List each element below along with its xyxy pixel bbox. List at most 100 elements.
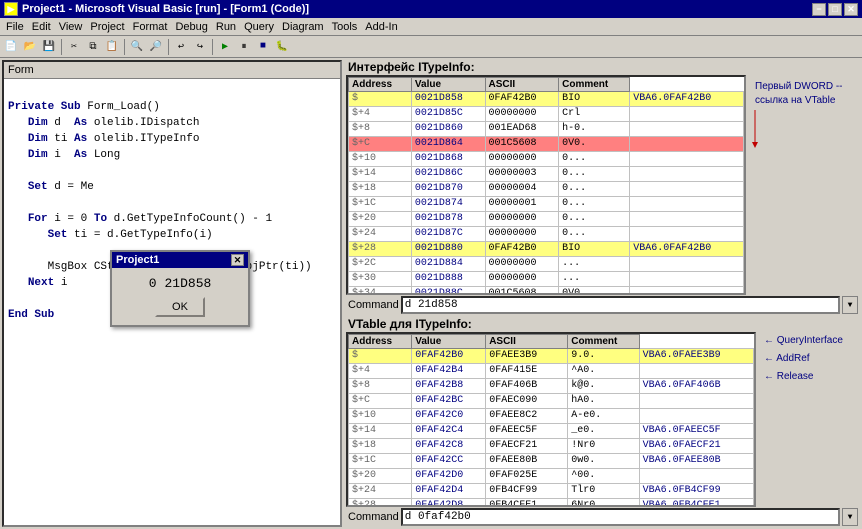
- title-text: Project1 - Microsoft Visual Basic [run] …: [22, 3, 309, 15]
- cell-address: 0021D888: [411, 272, 485, 287]
- cell-value: 0FAEE8C2: [486, 409, 568, 424]
- cell-ascii: ^00.: [568, 469, 639, 484]
- cell-ascii: 0w0.: [568, 454, 639, 469]
- col-ascii: ASCII: [485, 78, 559, 92]
- menu-debug[interactable]: Debug: [171, 20, 211, 34]
- table-row: $+18 0FAF42C8 0FAECF21 !Nr0 VBA6.0FAECF2…: [349, 439, 754, 454]
- cell-comment: VBA6.0FAEE80B: [639, 454, 753, 469]
- table-row: $+14 0FAF42C4 0FAEEC5F _e0. VBA6.0FAEEC5…: [349, 424, 754, 439]
- cell-ascii: 0...: [559, 197, 630, 212]
- cell-offset: $+1C: [349, 197, 412, 212]
- dialog-ok-button[interactable]: OK: [155, 297, 205, 317]
- command-input-bottom[interactable]: [401, 508, 840, 526]
- table-row: $+24 0FAF42D4 0FB4CF99 Tlr0 VBA6.0FB4CF9…: [349, 484, 754, 499]
- cell-ascii: 0...: [559, 182, 630, 197]
- col-value: Value: [411, 78, 485, 92]
- command-dropdown-bottom[interactable]: ▼: [842, 508, 858, 526]
- dialog-close-button[interactable]: ✕: [231, 254, 244, 266]
- toolbar-new[interactable]: 📄: [2, 38, 20, 56]
- cell-value: 001C5608: [485, 137, 559, 152]
- cell-address: 0FAF42BC: [412, 394, 486, 409]
- menu-edit[interactable]: Edit: [28, 20, 55, 34]
- menu-format[interactable]: Format: [129, 20, 172, 34]
- menu-diagram[interactable]: Diagram: [278, 20, 328, 34]
- cell-ascii: hA0.: [568, 394, 639, 409]
- toolbar-debug[interactable]: 🐛: [273, 38, 291, 56]
- cell-ascii: !Nr0: [568, 439, 639, 454]
- cell-offset: $+8: [349, 379, 412, 394]
- dialog-title-bar: Project1 ✕: [112, 252, 248, 268]
- col-address: Address: [349, 78, 412, 92]
- cell-ascii: Tlr0: [568, 484, 639, 499]
- menu-tools[interactable]: Tools: [328, 20, 362, 34]
- toolbar: 📄 📂 💾 ✂ ⧉ 📋 🔍 🔎 ↩ ↪ ▶ ⏸ ■ 🐛: [0, 36, 862, 58]
- title-controls: − □ ✕: [812, 3, 858, 16]
- cell-offset: $+24: [349, 227, 412, 242]
- menu-bar: File Edit View Project Format Debug Run …: [0, 18, 862, 36]
- cell-value: 0FAF42B0: [485, 242, 559, 257]
- cell-offset: $+C: [349, 394, 412, 409]
- menu-file[interactable]: File: [2, 20, 28, 34]
- toolbar-cut[interactable]: ✂: [65, 38, 83, 56]
- command-input-top[interactable]: [401, 296, 840, 314]
- toolbar-stop[interactable]: ■: [254, 38, 272, 56]
- cell-value: 0FAF406B: [486, 379, 568, 394]
- cell-offset: $+20: [349, 212, 412, 227]
- cell-value: 00000000: [485, 227, 559, 242]
- cell-offset: $+28: [349, 242, 412, 257]
- command-dropdown-top[interactable]: ▼: [842, 296, 858, 314]
- command-label-top: Command: [348, 299, 399, 311]
- menu-query[interactable]: Query: [240, 20, 278, 34]
- cell-offset: $+4: [349, 364, 412, 379]
- toolbar-undo[interactable]: ↩: [172, 38, 190, 56]
- toolbar-save[interactable]: 💾: [40, 38, 58, 56]
- cell-address: 0021D874: [411, 197, 485, 212]
- cell-comment: VBA6.0FB4CF99: [639, 484, 753, 499]
- cell-address: 0021D880: [411, 242, 485, 257]
- toolbar-redo[interactable]: ↪: [191, 38, 209, 56]
- cell-value: 0FAEEC5F: [486, 424, 568, 439]
- toolbar-find2[interactable]: 🔎: [147, 38, 165, 56]
- toolbar-paste[interactable]: 📋: [103, 38, 121, 56]
- cell-value: 0FAEC090: [486, 394, 568, 409]
- cell-offset: $+18: [349, 439, 412, 454]
- vtab-col-comment: Comment: [568, 335, 639, 349]
- toolbar-run[interactable]: ▶: [216, 38, 234, 56]
- table-row: $+8 0FAF42B8 0FAF406B k@0. VBA6.0FAF406B: [349, 379, 754, 394]
- cell-value: 001EAD68: [485, 122, 559, 137]
- cell-value: 0FAECF21: [486, 439, 568, 454]
- cell-offset: $+14: [349, 167, 412, 182]
- vtable-annotation-area: ← QueryInterface ← AddRef ← Release: [760, 332, 860, 392]
- cell-comment: VBA6.0FAEE3B9: [639, 349, 753, 364]
- cell-offset: $+24: [349, 484, 412, 499]
- table-row: $+8 0021D860 001EAD68 h-0.: [349, 122, 744, 137]
- toolbar-open[interactable]: 📂: [21, 38, 39, 56]
- cell-address: 0021D86C: [411, 167, 485, 182]
- toolbar-sep4: [212, 39, 213, 55]
- right-panel: Интерфейс ITypeInfo: Address Value ASCII…: [344, 58, 862, 529]
- close-button[interactable]: ✕: [844, 3, 858, 16]
- vtable-section: VTable для ITypeInfo: Address Value ASCI…: [346, 317, 860, 527]
- table-row: $+30 0021D888 00000000 ...: [349, 272, 744, 287]
- cell-offset: $+10: [349, 409, 412, 424]
- toolbar-pause[interactable]: ⏸: [235, 38, 253, 56]
- release-annotation: ← Release: [764, 368, 843, 386]
- typeinfo-title: Интерфейс ITypeInfo:: [346, 60, 860, 74]
- menu-view[interactable]: View: [55, 20, 87, 34]
- cell-offset: $+8: [349, 122, 412, 137]
- minimize-button[interactable]: −: [812, 3, 826, 16]
- table-row: $+28 0FAF42D8 0FB4CFE1 6Nr0 VBA6.0FB4CFE…: [349, 499, 754, 508]
- toolbar-find[interactable]: 🔍: [128, 38, 146, 56]
- cell-comment: VBA6.0FAF42B0: [630, 92, 744, 107]
- cell-comment: VBA6.0FAF406B: [639, 379, 753, 394]
- title-bar: ▶ Project1 - Microsoft Visual Basic [run…: [0, 0, 862, 18]
- toolbar-copy[interactable]: ⧉: [84, 38, 102, 56]
- menu-project[interactable]: Project: [86, 20, 128, 34]
- code-editor-object[interactable]: Form: [8, 64, 34, 76]
- menu-run[interactable]: Run: [212, 20, 240, 34]
- menu-addin[interactable]: Add-In: [361, 20, 401, 34]
- cell-ascii: ...: [559, 272, 630, 287]
- cell-ascii: 0...: [559, 227, 630, 242]
- cell-address: 0021D884: [411, 257, 485, 272]
- maximize-button[interactable]: □: [828, 3, 842, 16]
